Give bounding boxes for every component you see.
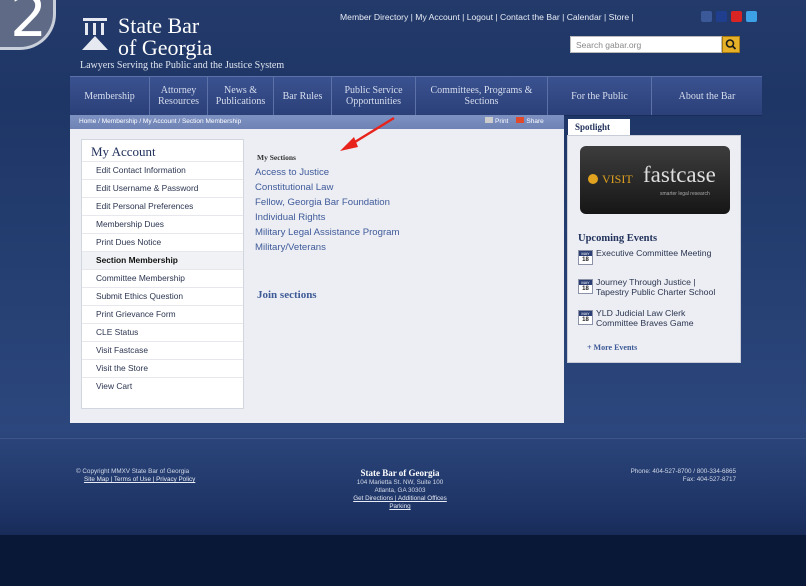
nav-committees[interactable]: Committees, Programs & Sections (416, 77, 548, 115)
account-item-view-cart[interactable]: View Cart (82, 377, 243, 395)
breadcrumb[interactable]: Home / Membership / My Account / Section… (79, 118, 241, 125)
fastcase-ad[interactable]: VISIT fastcase smarter legal research (580, 146, 730, 214)
spotlight-panel: VISIT fastcase smarter legal research Up… (567, 135, 741, 363)
footer-divider (0, 438, 806, 439)
calendar-icon: MAY 18 (578, 310, 593, 325)
account-item-section-membership[interactable]: Section Membership (82, 251, 243, 269)
account-item-ethics-question[interactable]: Submit Ethics Question (82, 287, 243, 305)
calendar-icon: MAY 18 (578, 250, 593, 265)
upcoming-events-title: Upcoming Events (578, 233, 658, 244)
event-title: YLD Judicial Law Clerk (596, 308, 686, 318)
copyright-text: © Copyright MMXV State Bar of Georgia (76, 468, 190, 475)
share-icon (516, 117, 525, 123)
nav-public-service[interactable]: Public Service Opportunities (332, 77, 416, 115)
nav-bar-rules[interactable]: Bar Rules (274, 77, 332, 115)
footer-phone[interactable]: Phone: 404-527-8700 / 800-334-6865 (560, 468, 736, 476)
social-icons (701, 11, 757, 22)
share-link[interactable]: Share (516, 117, 544, 125)
search-button[interactable] (722, 36, 740, 53)
my-account-title: My Account (91, 144, 156, 159)
event-day: 18 (582, 317, 589, 323)
print-link[interactable]: Print (485, 117, 508, 125)
footer-address-line1: 104 Marietta St. NW, Suite 100 (356, 479, 444, 486)
footer-left: © Copyright MMXV State Bar of Georgia Si… (76, 468, 195, 484)
event-title: Journey Through Justice | (596, 277, 696, 287)
annotation-arrow (340, 116, 395, 151)
ad-brand-name: fastcase (643, 162, 716, 187)
nav-attorney-resources[interactable]: Attorney Resources (150, 77, 208, 115)
calendar-icon: MAY 18 (578, 279, 593, 294)
section-link[interactable]: Military/Veterans (255, 242, 326, 253)
section-link[interactable]: Access to Justice (255, 167, 329, 178)
ad-subtitle: smarter legal research (660, 191, 710, 197)
event-day: 18 (582, 286, 589, 292)
ad-visit-text: VISIT (602, 172, 633, 186)
share-label: Share (526, 118, 544, 125)
page-tools: Print Share (485, 117, 544, 125)
account-item-edit-username[interactable]: Edit Username & Password (82, 179, 243, 197)
account-item-membership-dues[interactable]: Membership Dues (82, 215, 243, 233)
search-icon (725, 39, 737, 50)
account-item-cle-status[interactable]: CLE Status (82, 323, 243, 341)
footer-links[interactable]: Site Map | Terms of Use | Privacy Policy (84, 476, 195, 484)
org-name-line2: of Georgia (118, 35, 213, 60)
footer-right: Phone: 404-527-8700 / 800-334-6865 Fax: … (560, 468, 736, 484)
fastcase-dot-icon (588, 174, 598, 184)
event-day: 18 (582, 257, 589, 263)
youtube-icon[interactable] (731, 11, 742, 22)
nav-membership[interactable]: Membership (70, 77, 150, 115)
main-content: My Account Edit Contact Information Edit… (70, 129, 564, 423)
capitol-columns-icon (80, 16, 110, 57)
facebook-icon[interactable] (701, 11, 712, 22)
section-link[interactable]: Fellow, Georgia Bar Foundation (255, 197, 390, 208)
my-sections-heading: My Sections (257, 153, 296, 162)
utility-links[interactable]: Member Directory | My Account | Logout |… (340, 12, 634, 22)
page-bottom-band (0, 535, 806, 586)
footer-directions-link[interactable]: Get Directions | Additional Offices (300, 495, 500, 503)
account-item-edit-contact[interactable]: Edit Contact Information (82, 161, 243, 179)
join-sections-link[interactable]: Join sections (257, 289, 317, 301)
breadcrumb-bar: Home / Membership / My Account / Section… (70, 115, 564, 129)
footer-center: State Bar of Georgia 104 Marietta St. NW… (300, 468, 500, 511)
section-link[interactable]: Individual Rights (255, 212, 325, 223)
footer-org-title: State Bar of Georgia (360, 468, 440, 478)
account-item-grievance-form[interactable]: Print Grievance Form (82, 305, 243, 323)
print-icon (485, 117, 493, 123)
nav-for-the-public[interactable]: For the Public (548, 77, 652, 115)
nav-about-the-bar[interactable]: About the Bar (652, 77, 762, 115)
twitter-icon[interactable] (746, 11, 757, 22)
nav-news-publications[interactable]: News & Publications (208, 77, 274, 115)
account-item-committee-membership[interactable]: Committee Membership (82, 269, 243, 287)
account-item-edit-preferences[interactable]: Edit Personal Preferences (82, 197, 243, 215)
search-input[interactable]: Search gabar.org (570, 36, 722, 53)
section-link[interactable]: Military Legal Assistance Program (255, 227, 400, 238)
footer-address-line2: Atlanta, GA 30303 (374, 487, 426, 494)
event-title-line2: Committee Braves Game (596, 318, 694, 328)
footer-parking-link[interactable]: Parking (300, 503, 500, 511)
footer-fax: Fax: 404-527-8717 (682, 476, 736, 483)
linkedin-icon[interactable] (716, 11, 727, 22)
org-tagline: Lawyers Serving the Public and the Justi… (80, 60, 285, 71)
account-item-print-dues[interactable]: Print Dues Notice (82, 233, 243, 251)
account-item-visit-store[interactable]: Visit the Store (82, 359, 243, 377)
spotlight-tab: Spotlight (568, 119, 630, 136)
account-item-visit-fastcase[interactable]: Visit Fastcase (82, 341, 243, 359)
more-events-link[interactable]: + More Events (587, 343, 637, 352)
main-nav: Membership Attorney Resources News & Pub… (70, 76, 762, 116)
section-link[interactable]: Constitutional Law (255, 182, 333, 193)
my-account-menu: My Account Edit Contact Information Edit… (81, 139, 244, 409)
event-title-line2: Tapestry Public Charter School (596, 287, 716, 297)
event-title: Executive Committee Meeting (596, 248, 712, 258)
print-label: Print (495, 118, 509, 125)
